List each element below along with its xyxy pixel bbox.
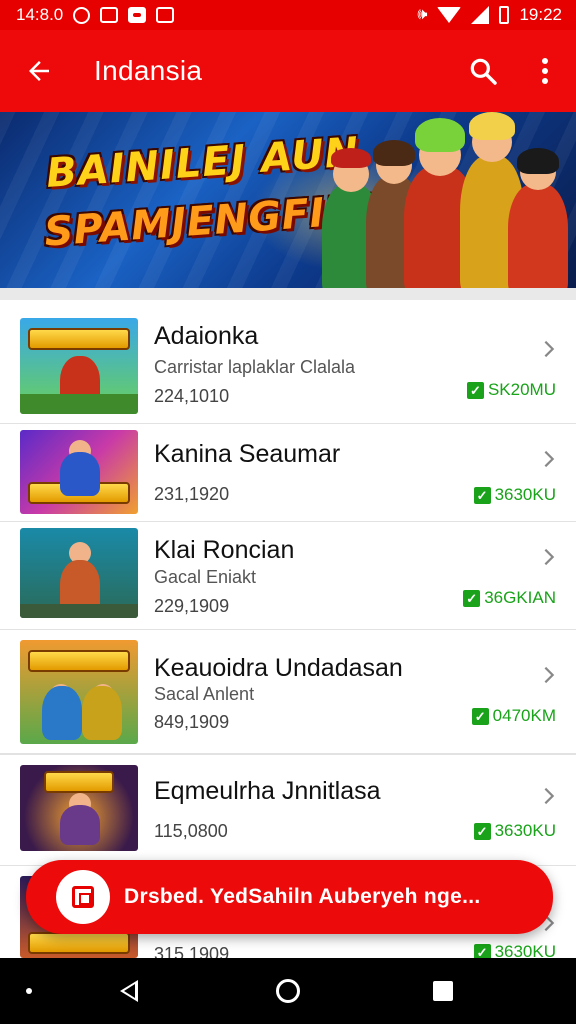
download-count: 3630KU — [494, 821, 556, 840]
list-item[interactable]: Keauoidra Undadasan Sacal Anlent 849,190… — [0, 630, 576, 754]
game-title: Adaionka — [154, 322, 259, 350]
snackbar[interactable]: Drsbed. YedSahiln Auberyeh nge... — [26, 860, 553, 934]
list-item[interactable]: Adaionka Carristar laplaklar Clalala 224… — [0, 300, 576, 424]
search-button[interactable] — [452, 30, 514, 112]
more-vert-icon — [542, 58, 548, 84]
snackbar-message: Drsbed. YedSahiln Auberyeh nge... — [124, 885, 481, 908]
game-subtitle: Carristar laplaklar Clalala — [154, 357, 356, 377]
game-title: Klai Roncian — [154, 536, 295, 564]
download-count: 3630KU — [494, 485, 556, 504]
app-bar: Indansia — [0, 30, 576, 112]
notification-icon — [73, 6, 91, 24]
game-thumbnail — [20, 640, 138, 744]
game-subtitle: Gacal Eniakt — [154, 567, 257, 587]
snackbar-app-icon — [56, 870, 110, 924]
download-badge: ✓ 36GKIAN — [463, 588, 556, 608]
more-options-button[interactable] — [514, 30, 576, 112]
system-nav-bar — [0, 958, 576, 1024]
game-thumbnail — [20, 528, 138, 618]
wifi-icon — [437, 7, 462, 23]
status-left: 14:8.0 — [16, 5, 175, 25]
list-item[interactable]: Eqmeulrha Jnnitlasa 115,0800 ✓ 3630KU — [0, 754, 576, 866]
download-badge: ✓ 3630KU — [473, 485, 556, 505]
game-thumbnail — [20, 765, 138, 851]
game-count: 224,1010 — [154, 386, 230, 406]
chevron-right-icon — [544, 666, 555, 684]
page-title: Indansia — [94, 55, 203, 86]
message-icon — [128, 7, 147, 23]
game-thumbnail — [20, 318, 138, 414]
battery-icon — [499, 6, 510, 24]
game-subtitle: Sacal Anlent — [154, 684, 255, 704]
game-count: 229,1909 — [154, 596, 230, 616]
check-icon: ✓ — [471, 707, 489, 725]
banner-character-5 — [508, 148, 568, 288]
back-button[interactable] — [0, 30, 78, 112]
chevron-right-icon — [544, 787, 555, 805]
game-thumbnail — [20, 430, 138, 514]
back-arrow-icon — [29, 61, 49, 81]
check-icon: ✓ — [473, 822, 491, 840]
vibrate-icon: 🕪 — [417, 6, 428, 23]
game-title: Keauoidra Undadasan — [154, 654, 403, 682]
status-bar: 14:8.0 🕪 19:22 — [0, 0, 576, 30]
chevron-right-icon — [544, 450, 555, 468]
status-right: 🕪 19:22 — [417, 5, 562, 25]
search-icon — [470, 58, 497, 85]
status-time-right: 19:22 — [519, 5, 562, 24]
status-time-left: 14:8.0 — [16, 5, 64, 24]
chevron-right-icon — [544, 340, 555, 358]
chevron-right-icon — [544, 548, 555, 566]
download-count: 36GKIAN — [484, 588, 556, 607]
check-icon: ✓ — [466, 381, 484, 399]
download-badge: ✓ 0470KM — [471, 706, 556, 726]
download-count: 0470KM — [492, 706, 556, 725]
check-icon: ✓ — [463, 589, 481, 607]
promo-banner[interactable]: BAINILEJ AUN SPAMJENGFIN! — [0, 112, 576, 288]
signal-icon — [471, 6, 490, 24]
download-badge: ✓ 3630KU — [473, 821, 556, 841]
nav-back-icon[interactable] — [120, 980, 138, 1002]
check-icon: ✓ — [473, 486, 491, 504]
nav-dot-icon — [26, 988, 32, 994]
game-count: 231,1920 — [154, 484, 230, 504]
game-title: Kanina Seaumar — [154, 440, 341, 468]
download-badge: ✓ SK20MU — [466, 380, 556, 400]
list-item[interactable]: Klai Roncian Gacal Eniakt 229,1909 ✓ 36G… — [0, 522, 576, 630]
app-icon — [100, 7, 119, 23]
game-title: Eqmeulrha Jnnitlasa — [154, 777, 381, 805]
download-count: SK20MU — [487, 380, 556, 399]
list-item[interactable]: Kanina Seaumar 231,1920 ✓ 3630KU — [0, 424, 576, 522]
nav-home-icon[interactable] — [276, 979, 300, 1003]
nav-recents-icon[interactable] — [433, 981, 453, 1001]
game-count: 115,0800 — [154, 821, 228, 841]
notification-box-icon — [156, 7, 175, 23]
game-count: 849,1909 — [154, 712, 230, 732]
section-divider — [0, 288, 576, 300]
